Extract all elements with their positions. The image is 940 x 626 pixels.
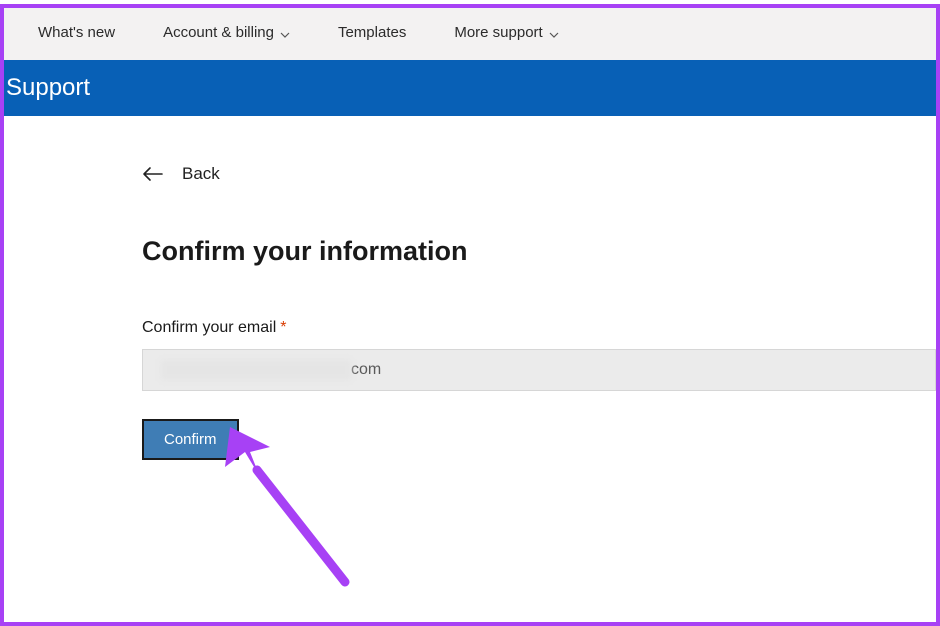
required-asterisk: * [280, 319, 286, 336]
nav-label: Account & billing [163, 24, 274, 41]
confirm-button-label: Confirm [164, 431, 217, 448]
chevron-down-icon [549, 27, 559, 37]
main-content: Back Confirm your information Confirm yo… [0, 116, 940, 460]
nav-account-billing[interactable]: Account & billing [163, 24, 290, 41]
redacted-email-prefix [161, 360, 351, 380]
email-label: Confirm your email* [142, 319, 940, 337]
back-label: Back [182, 164, 220, 184]
nav-label: Templates [338, 24, 406, 41]
nav-more-support[interactable]: More support [454, 24, 558, 41]
page-heading: Confirm your information [142, 236, 940, 267]
banner-title: Support [6, 74, 90, 102]
email-visible-suffix: com [351, 361, 381, 379]
back-button[interactable]: Back [142, 164, 940, 184]
nav-templates[interactable]: Templates [338, 24, 406, 41]
nav-label: More support [454, 24, 542, 41]
arrow-left-icon [142, 166, 164, 182]
nav-label: What's new [38, 24, 115, 41]
email-label-text: Confirm your email [142, 319, 276, 336]
email-field[interactable]: com [142, 349, 936, 391]
support-banner: Support [4, 60, 936, 116]
nav-whats-new[interactable]: What's new [38, 24, 115, 41]
chevron-down-icon [280, 27, 290, 37]
top-navigation: What's new Account & billing Templates M… [4, 4, 936, 60]
confirm-button[interactable]: Confirm [142, 419, 239, 460]
